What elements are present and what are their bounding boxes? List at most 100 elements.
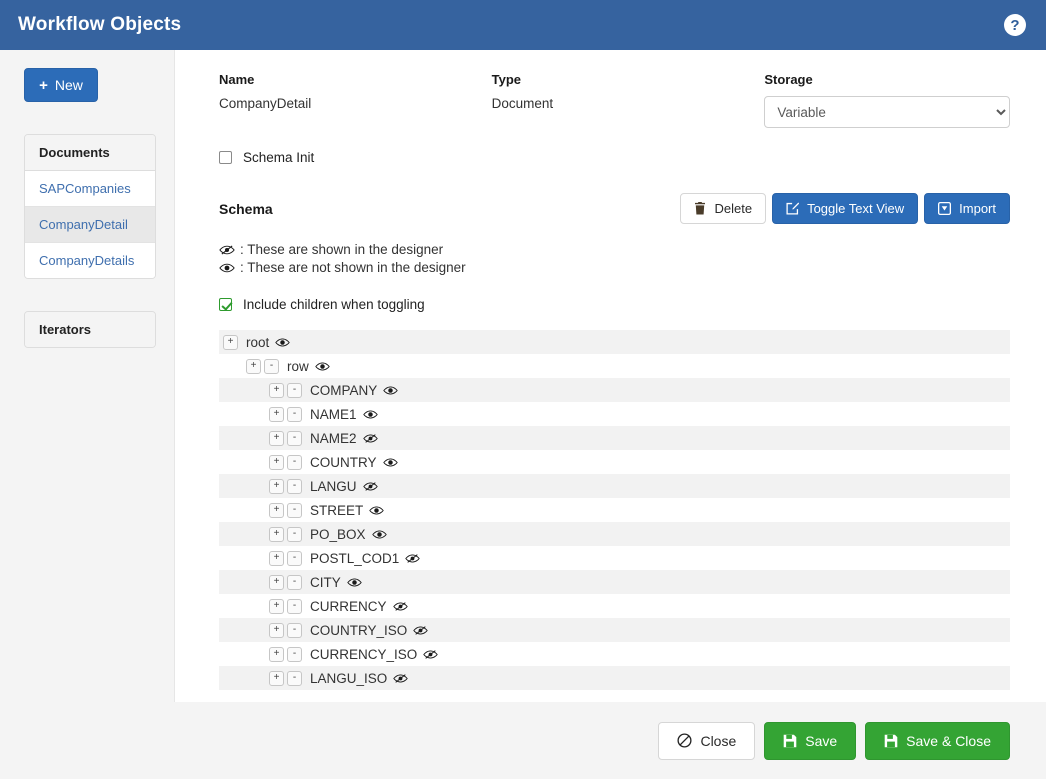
field-name: Name CompanyDetail (219, 72, 492, 128)
tree-row[interactable]: + - POSTL_COD1 (219, 546, 1010, 570)
tree-expand-button[interactable]: + (269, 478, 284, 494)
tree-row[interactable]: + - NAME1 (219, 402, 1010, 426)
tree-expand-button[interactable]: + (269, 646, 284, 662)
eye-icon[interactable] (382, 457, 398, 468)
save-button-label: Save (805, 732, 838, 749)
tree-expand-button[interactable]: + (223, 334, 238, 350)
eye-icon[interactable] (371, 529, 387, 540)
save-button[interactable]: Save (764, 721, 857, 760)
eye-slash-icon[interactable] (393, 673, 409, 684)
new-button[interactable]: + New (24, 68, 98, 102)
object-properties-row: Name CompanyDetail Type Document Storage… (219, 72, 1010, 128)
legend-line-shown: : These are shown in the designer (219, 242, 1010, 257)
tree-expand-button[interactable]: + (269, 502, 284, 518)
field-storage: Storage Variable (764, 72, 1010, 128)
field-type: Type Document (492, 72, 765, 128)
tree-collapse-button[interactable]: - (287, 430, 302, 446)
eye-slash-icon[interactable] (392, 601, 408, 612)
sidebar-item-companydetail[interactable]: CompanyDetail (25, 207, 155, 243)
tree-expand-button[interactable]: + (269, 382, 284, 398)
tree-row[interactable]: + - COUNTRY (219, 450, 1010, 474)
tree-node-label: LANGU (310, 478, 357, 494)
tree-expand-button[interactable]: + (269, 406, 284, 422)
toggle-text-view-label: Toggle Text View (807, 201, 905, 216)
tree-expand-button[interactable]: + (269, 526, 284, 542)
visibility-legend: : These are shown in the designer : Thes… (219, 242, 1010, 275)
schema-button-group: Delete Toggle Text View Import (680, 193, 1010, 224)
tree-row[interactable]: + - LANGU (219, 474, 1010, 498)
include-children-checkbox[interactable] (219, 298, 232, 311)
tree-expand-button[interactable]: + (269, 430, 284, 446)
type-label: Type (491, 72, 522, 87)
tree-row[interactable]: + root (219, 330, 1010, 354)
delete-button[interactable]: Delete (680, 193, 767, 224)
tree-expand-button[interactable]: + (269, 454, 284, 470)
tree-row[interactable]: + - COUNTRY_ISO (219, 618, 1010, 642)
save-and-close-button[interactable]: Save & Close (865, 721, 1010, 760)
eye-icon[interactable] (362, 409, 378, 420)
tree-expand-button[interactable]: + (269, 670, 284, 686)
close-button[interactable]: Close (658, 721, 756, 760)
tree-node-label: NAME1 (310, 406, 357, 422)
eye-slash-icon[interactable] (405, 553, 421, 564)
type-value: Document (491, 96, 554, 111)
tree-collapse-button[interactable]: - (264, 358, 279, 374)
schema-init-label: Schema Init (243, 150, 315, 165)
tree-collapse-button[interactable]: - (287, 622, 302, 638)
tree-row[interactable]: + - COMPANY (219, 378, 1010, 402)
tree-node-label: STREET (310, 502, 364, 518)
tree-expand-button[interactable]: + (246, 358, 261, 374)
panel-iterators[interactable]: Iterators (24, 311, 156, 348)
tree-expand-button[interactable]: + (269, 622, 284, 638)
storage-select[interactable]: Variable (764, 96, 1010, 128)
tree-row[interactable]: + - STREET (219, 498, 1010, 522)
page-title: Workflow Objects (18, 14, 182, 35)
eye-slash-icon (219, 244, 235, 256)
eye-slash-icon[interactable] (362, 481, 378, 492)
eye-slash-icon[interactable] (413, 625, 429, 636)
tree-node-label: CURRENCY (310, 598, 387, 614)
tree-row[interactable]: + - PO_BOX (219, 522, 1010, 546)
eye-icon[interactable] (383, 385, 398, 396)
panel-documents: Documents SAPCompanies CompanyDetail Com… (24, 134, 156, 279)
tree-row[interactable]: + - NAME2 (219, 426, 1010, 450)
eye-icon[interactable] (347, 577, 362, 588)
tree-collapse-button[interactable]: - (287, 646, 302, 662)
schema-init-checkbox[interactable] (219, 151, 232, 164)
tree-row[interactable]: + - CURRENCY (219, 594, 1010, 618)
tree-expand-button[interactable]: + (269, 574, 284, 590)
tree-collapse-button[interactable]: - (287, 598, 302, 614)
sidebar-item-companydetails[interactable]: CompanyDetails (25, 243, 155, 278)
tree-row[interactable]: + - LANGU_ISO (219, 666, 1010, 690)
import-button[interactable]: Import (924, 193, 1010, 224)
tree-row[interactable]: + - CURRENCY_ISO (219, 642, 1010, 666)
sidebar-item-sapcompanies[interactable]: SAPCompanies (25, 171, 155, 207)
save-and-close-button-label: Save & Close (906, 732, 991, 749)
eye-slash-icon[interactable] (362, 433, 378, 444)
tree-node-label: COUNTRY_ISO (310, 622, 408, 638)
toggle-text-view-button[interactable]: Toggle Text View (772, 193, 919, 224)
tree-node-label: row (287, 358, 309, 374)
eye-icon[interactable] (315, 361, 330, 372)
tree-collapse-button[interactable]: - (287, 502, 302, 518)
help-icon[interactable]: ? (1004, 14, 1026, 36)
tree-collapse-button[interactable]: - (287, 382, 302, 398)
tree-collapse-button[interactable]: - (287, 406, 302, 422)
eye-slash-icon[interactable] (423, 649, 439, 660)
tree-collapse-button[interactable]: - (287, 670, 302, 686)
tree-collapse-button[interactable]: - (287, 454, 302, 470)
tree-collapse-button[interactable]: - (287, 526, 302, 542)
tree-row[interactable]: + - CITY (219, 570, 1010, 594)
tree-row[interactable]: + - row (219, 354, 1010, 378)
tree-collapse-button[interactable]: - (287, 478, 302, 494)
app-header: Workflow Objects ? (0, 0, 1046, 50)
name-value: CompanyDetail (219, 96, 312, 111)
tree-collapse-button[interactable]: - (287, 574, 302, 590)
tree-node-label: COMPANY (310, 382, 378, 398)
tree-collapse-button[interactable]: - (287, 550, 302, 566)
main-content: Name CompanyDetail Type Document Storage… (174, 50, 1046, 702)
eye-icon[interactable] (369, 505, 384, 516)
eye-icon[interactable] (275, 337, 290, 348)
tree-expand-button[interactable]: + (269, 598, 284, 614)
tree-expand-button[interactable]: + (269, 550, 284, 566)
